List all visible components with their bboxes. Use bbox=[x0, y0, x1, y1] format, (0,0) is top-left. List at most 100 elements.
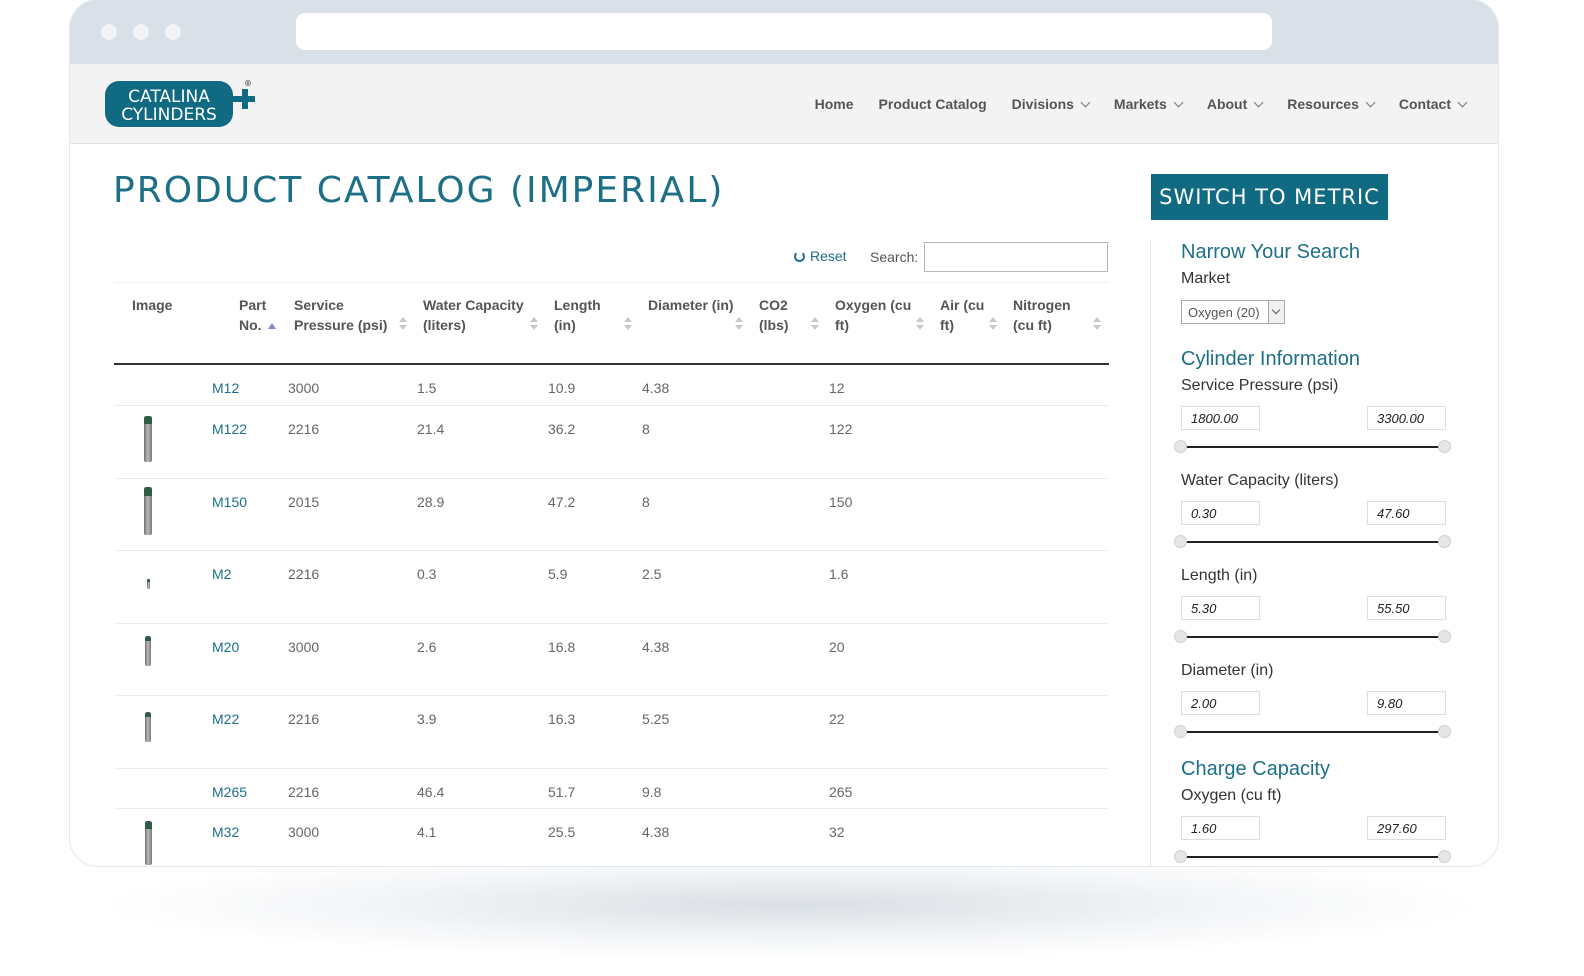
cell-value: 3000 bbox=[288, 380, 320, 396]
column-header-diameter[interactable]: Diameter (in) bbox=[640, 283, 751, 365]
nav-item-contact[interactable]: Contact bbox=[1398, 96, 1468, 112]
cell-value: 5.25 bbox=[642, 710, 670, 727]
diameter-min-input[interactable]: 2.00 bbox=[1181, 691, 1260, 715]
nav-item-label: Contact bbox=[1398, 96, 1451, 112]
cell-oxygen: 20 bbox=[827, 623, 932, 696]
nav-item-home[interactable]: Home bbox=[815, 96, 854, 112]
part-number-link[interactable]: M22 bbox=[212, 711, 239, 727]
cell-value: 28.9 bbox=[417, 493, 445, 510]
nav-item-about[interactable]: About bbox=[1207, 96, 1264, 112]
length-range-slider[interactable] bbox=[1174, 630, 1451, 643]
diameter-max-handle[interactable] bbox=[1438, 725, 1451, 738]
column-header-part[interactable]: Part No. bbox=[209, 283, 286, 365]
column-header-water[interactable]: Water Capacity (liters) bbox=[415, 283, 546, 365]
pressure-min-handle[interactable] bbox=[1174, 440, 1187, 453]
column-header-nitrogen[interactable]: Nitrogen (cu ft) bbox=[1005, 283, 1109, 365]
table-row[interactable]: M20 3000 2.6 16.8 4.38 20 bbox=[114, 623, 1109, 696]
cylinder-valve-cap bbox=[144, 486, 152, 496]
nav-item-divisions[interactable]: Divisions bbox=[1012, 96, 1091, 112]
column-header-co2[interactable]: CO2 (lbs) bbox=[751, 283, 827, 365]
column-header-oxygen[interactable]: Oxygen (cu ft) bbox=[827, 283, 932, 365]
table-row[interactable]: M22 2216 3.9 16.3 5.25 22 bbox=[114, 695, 1109, 769]
table-row[interactable]: M122 2216 21.4 36.2 8 122 bbox=[114, 405, 1109, 479]
part-number-link[interactable]: M150 bbox=[212, 494, 247, 510]
table-body: M12 3000 1.5 10.9 4.38 12 M122 2216 21.4 36.2 8 122… bbox=[114, 364, 1109, 866]
oxygen-max-handle[interactable] bbox=[1438, 850, 1451, 863]
switch-to-metric-button[interactable]: SWITCH TO METRIC bbox=[1151, 174, 1388, 220]
table-row[interactable]: M2 2216 0.3 5.9 2.5 1.6 bbox=[114, 550, 1109, 624]
diameter-max-input[interactable]: 9.80 bbox=[1367, 691, 1446, 715]
column-header-pressure[interactable]: Service Pressure (psi) bbox=[286, 283, 415, 365]
reset-label: Reset bbox=[810, 248, 847, 264]
length-max-handle[interactable] bbox=[1438, 630, 1451, 643]
cell-length: 25.5 bbox=[546, 808, 640, 866]
water-min-input[interactable]: 0.30 bbox=[1181, 501, 1260, 525]
reset-button[interactable]: Reset bbox=[794, 248, 847, 264]
address-bar[interactable] bbox=[296, 13, 1272, 50]
nav-item-product-catalog[interactable]: Product Catalog bbox=[879, 96, 987, 112]
chevron-down-icon bbox=[1253, 97, 1264, 107]
cell-air bbox=[932, 768, 1005, 809]
table-row[interactable]: M265 2216 46.4 51.7 9.8 265 bbox=[114, 768, 1109, 809]
pressure-range-slider[interactable] bbox=[1174, 440, 1451, 453]
part-number-link[interactable]: M12 bbox=[212, 380, 239, 396]
window-minimize-dot[interactable] bbox=[133, 24, 149, 40]
catalina-cylinders-logo[interactable]: CATALINA CYLINDERS ® bbox=[104, 78, 256, 130]
length-max-input[interactable]: 55.50 bbox=[1367, 596, 1446, 620]
nav-item-markets[interactable]: Markets bbox=[1114, 96, 1184, 112]
length-min-input[interactable]: 5.30 bbox=[1181, 596, 1260, 620]
cell-pressure: 2216 bbox=[286, 695, 415, 769]
pressure-max-handle[interactable] bbox=[1438, 440, 1451, 453]
cell-diameter: 9.8 bbox=[640, 768, 751, 809]
water-min-handle[interactable] bbox=[1174, 535, 1187, 548]
pressure-max-input[interactable]: 3300.00 bbox=[1367, 406, 1446, 430]
table-row[interactable]: M12 3000 1.5 10.9 4.38 12 bbox=[114, 364, 1109, 406]
market-select[interactable]: Oxygen (20) bbox=[1181, 300, 1285, 324]
part-number-link[interactable]: M32 bbox=[212, 824, 239, 840]
cell-value: 3000 bbox=[288, 823, 320, 840]
cell-oxygen: 12 bbox=[827, 364, 932, 406]
part-number-link[interactable]: M265 bbox=[212, 784, 247, 800]
cell-value: 25.5 bbox=[548, 823, 576, 840]
cell-oxygen: 265 bbox=[827, 768, 932, 809]
pressure-min-input[interactable]: 1800.00 bbox=[1181, 406, 1260, 430]
cell-co2 bbox=[751, 695, 827, 769]
cell-part: M12 bbox=[209, 364, 286, 406]
cell-value: 8 bbox=[642, 493, 650, 510]
cell-water: 4.1 bbox=[415, 808, 546, 866]
part-number-link[interactable]: M122 bbox=[212, 421, 247, 437]
water-max-input[interactable]: 47.60 bbox=[1367, 501, 1446, 525]
cell-oxygen: 32 bbox=[827, 808, 932, 866]
table-row[interactable]: M32 3000 4.1 25.5 4.38 32 bbox=[114, 808, 1109, 866]
water-max-handle[interactable] bbox=[1438, 535, 1451, 548]
cylinder-valve-cap bbox=[144, 820, 152, 829]
column-header-label: Water Capacity (liters) bbox=[423, 297, 524, 333]
column-header-length[interactable]: Length (in) bbox=[546, 283, 640, 365]
part-number-link[interactable]: M2 bbox=[212, 566, 231, 582]
filter-sidebar: Narrow Your Search Market Oxygen (20) Cy… bbox=[1150, 240, 1470, 866]
window-close-dot[interactable] bbox=[101, 24, 117, 40]
cell-value: 2216 bbox=[288, 565, 320, 582]
cell-part: M2 bbox=[209, 550, 286, 624]
oxygen-max-input[interactable]: 297.60 bbox=[1367, 816, 1446, 840]
cell-diameter: 5.25 bbox=[640, 695, 751, 769]
oxygen-range-slider[interactable] bbox=[1174, 850, 1451, 863]
oxygen-min-handle[interactable] bbox=[1174, 850, 1187, 863]
length-min-handle[interactable] bbox=[1174, 630, 1187, 643]
window-zoom-dot[interactable] bbox=[165, 24, 181, 40]
cell-value: 150 bbox=[829, 493, 853, 510]
table-row[interactable]: M150 2015 28.9 47.2 8 150 bbox=[114, 478, 1109, 551]
part-number-link[interactable]: M20 bbox=[212, 639, 239, 655]
diameter-range-slider[interactable] bbox=[1174, 725, 1451, 738]
cell-air bbox=[932, 364, 1005, 406]
water-range-slider[interactable] bbox=[1174, 535, 1451, 548]
cylinder-valve-cap bbox=[146, 578, 150, 582]
cell-value: 3.9 bbox=[417, 710, 437, 727]
diameter-min-handle[interactable] bbox=[1174, 725, 1187, 738]
search-input[interactable] bbox=[924, 242, 1108, 272]
cell-value: 5.9 bbox=[548, 565, 568, 582]
cell-value: 46.4 bbox=[417, 783, 445, 800]
nav-item-resources[interactable]: Resources bbox=[1287, 96, 1376, 112]
column-header-air[interactable]: Air (cu ft) bbox=[932, 283, 1005, 365]
oxygen-min-input[interactable]: 1.60 bbox=[1181, 816, 1260, 840]
